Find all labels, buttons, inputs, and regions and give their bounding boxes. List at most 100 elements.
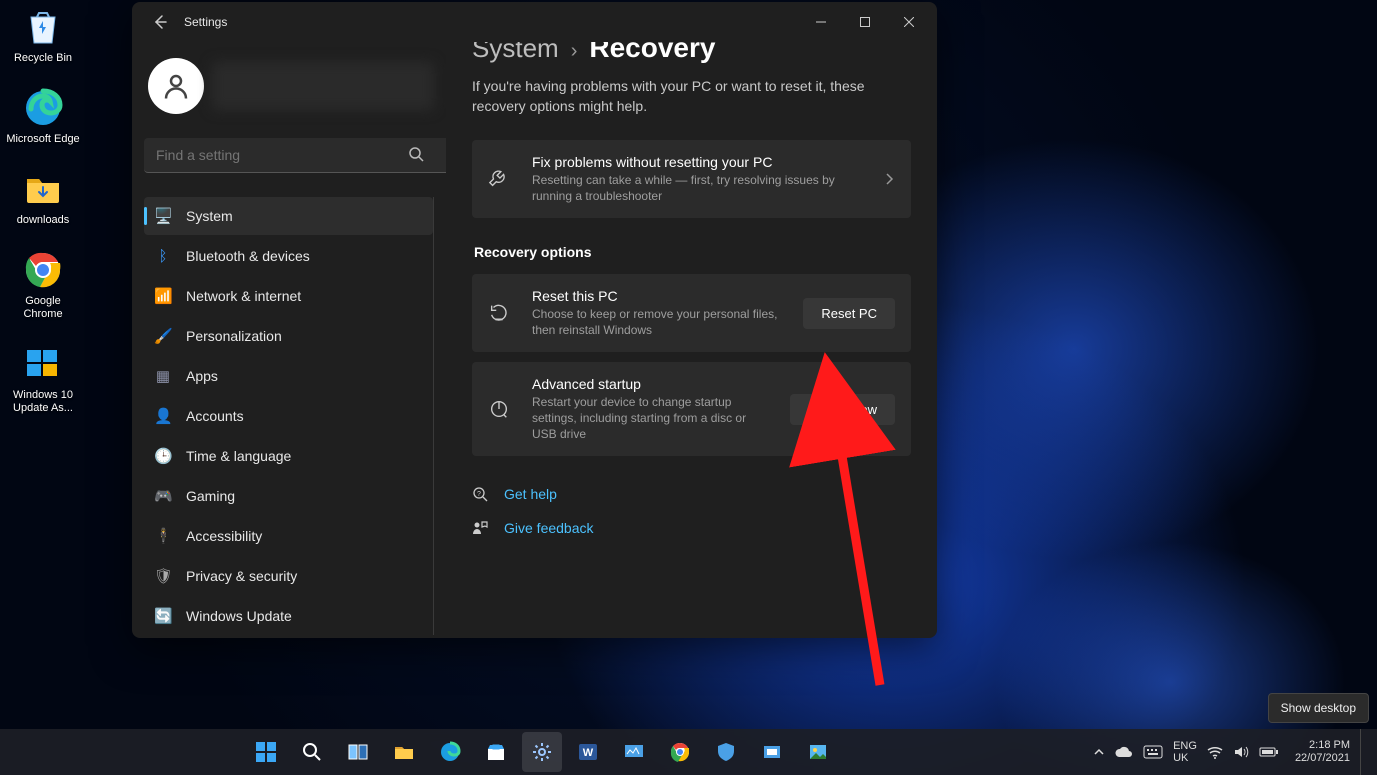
show-desktop-tooltip: Show desktop — [1268, 693, 1369, 723]
nav-icon: ▦ — [154, 367, 172, 385]
sidebar-item-label: Gaming — [186, 488, 235, 504]
sidebar-item-personalization[interactable]: 🖌️Personalization — [144, 317, 433, 355]
sidebar-item-label: Apps — [186, 368, 218, 384]
svg-text:W: W — [582, 747, 593, 759]
give-feedback-link[interactable]: Give feedback — [472, 520, 911, 536]
word-icon[interactable]: W — [568, 732, 608, 772]
taskbar-center: W — [0, 729, 1083, 775]
battery-icon[interactable] — [1259, 746, 1279, 758]
settings-sidebar: 🖥️SystemᛒBluetooth & devices📶Network & i… — [132, 42, 446, 638]
reset-pc-button[interactable]: Reset PC — [803, 298, 895, 329]
card-reset-pc: Reset this PC Choose to keep or remove y… — [472, 274, 911, 352]
chevron-right-icon — [883, 173, 895, 185]
system-tray: ENG UK 2:18 PM 22/07/2021 — [1083, 729, 1377, 775]
sidebar-item-network-internet[interactable]: 📶Network & internet — [144, 277, 433, 315]
chrome-taskbar-icon[interactable] — [660, 732, 700, 772]
link-label[interactable]: Give feedback — [504, 520, 594, 536]
snip-icon[interactable] — [752, 732, 792, 772]
task-view-icon[interactable] — [338, 732, 378, 772]
nav-icon: 🖥️ — [154, 207, 172, 225]
desktop-icon-w10-update[interactable]: Windows 10 Update As... — [6, 343, 80, 415]
desktop-icon-chrome[interactable]: Google Chrome — [6, 249, 80, 321]
close-button[interactable] — [887, 7, 931, 37]
sidebar-item-label: Network & internet — [186, 288, 301, 304]
search-icon — [408, 146, 424, 162]
restart-now-button[interactable]: Restart now — [790, 394, 895, 425]
store-icon[interactable] — [476, 732, 516, 772]
card-subtitle: Restart your device to change startup se… — [532, 394, 772, 442]
keyboard-icon[interactable] — [1143, 745, 1163, 759]
monitor-app-icon[interactable] — [614, 732, 654, 772]
desktop-icon-label: Google Chrome — [6, 295, 80, 321]
tray-chevron-up-icon[interactable] — [1093, 746, 1105, 758]
taskbar: W ENG UK 2:18 PM 22/07/2021 — [0, 729, 1377, 775]
sidebar-item-label: Accounts — [186, 408, 244, 424]
card-title: Fix problems without resetting your PC — [532, 154, 865, 170]
sidebar-item-bluetooth-devices[interactable]: ᛒBluetooth & devices — [144, 237, 433, 275]
account-profile[interactable] — [144, 50, 434, 128]
breadcrumb-parent[interactable]: System — [472, 42, 559, 64]
start-button[interactable] — [246, 732, 286, 772]
folder-icon — [22, 168, 64, 210]
nav-icon: 🕒 — [154, 447, 172, 465]
settings-taskbar-icon[interactable] — [522, 732, 562, 772]
chevron-right-icon: › — [571, 42, 578, 63]
card-title: Advanced startup — [532, 376, 772, 392]
back-button[interactable] — [146, 8, 174, 36]
desktop-icon-downloads[interactable]: downloads — [6, 168, 80, 227]
card-title: Reset this PC — [532, 288, 785, 304]
language-indicator[interactable]: ENG UK — [1173, 740, 1197, 764]
sidebar-item-accounts[interactable]: 👤 Accounts — [144, 397, 433, 435]
onedrive-icon[interactable] — [1115, 746, 1133, 758]
reset-icon — [488, 302, 514, 324]
window-title: Settings — [184, 15, 227, 29]
sidebar-item-time-language[interactable]: 🕒 Time & language — [144, 437, 433, 475]
desktop-icon-edge[interactable]: Microsoft Edge — [6, 87, 80, 146]
sidebar-item-windows-update[interactable]: 🔄Windows Update — [144, 597, 433, 635]
security-icon[interactable] — [706, 732, 746, 772]
sidebar-item-apps[interactable]: ▦ Apps — [144, 357, 433, 395]
file-explorer-icon[interactable] — [384, 732, 424, 772]
sidebar-item-label: Windows Update — [186, 608, 292, 624]
search-input[interactable] — [144, 138, 446, 173]
breadcrumb: System › Recovery — [472, 42, 911, 64]
desktop-icon-label: downloads — [17, 214, 70, 227]
settings-main: System › Recovery If you're having probl… — [446, 42, 937, 638]
feedback-icon — [472, 520, 490, 536]
nav-icon: 🖌️ — [154, 327, 172, 345]
clock[interactable]: 2:18 PM 22/07/2021 — [1295, 739, 1350, 765]
nav-icon: 🎮 — [154, 487, 172, 505]
nav-icon: 🕴 — [154, 527, 172, 545]
card-subtitle: Choose to keep or remove your personal f… — [532, 306, 785, 338]
sidebar-item-label: Time & language — [186, 448, 291, 464]
sidebar-item-accessibility[interactable]: 🕴 Accessibility — [144, 517, 433, 555]
sidebar-item-privacy-security[interactable]: 🛡Privacy & security — [144, 557, 433, 595]
get-help-link[interactable]: ? Get help — [472, 486, 911, 502]
wrench-icon — [488, 168, 514, 190]
sidebar-item-label: Accessibility — [186, 528, 262, 544]
maximize-button[interactable] — [843, 7, 887, 37]
taskbar-search-icon[interactable] — [292, 732, 332, 772]
page-description: If you're having problems with your PC o… — [472, 76, 911, 116]
minimize-button[interactable] — [799, 7, 843, 37]
windows-update-assistant-icon — [22, 343, 64, 385]
page-title: Recovery — [589, 42, 715, 64]
wifi-icon[interactable] — [1207, 745, 1223, 759]
link-label[interactable]: Get help — [504, 486, 557, 502]
show-desktop-button[interactable] — [1360, 729, 1367, 775]
section-heading: Recovery options — [474, 244, 911, 260]
window-titlebar[interactable]: Settings — [132, 2, 937, 42]
settings-search[interactable] — [144, 138, 434, 173]
sidebar-item-system[interactable]: 🖥️System — [144, 197, 433, 235]
photos-icon[interactable] — [798, 732, 838, 772]
nav-icon: 👤 — [154, 407, 172, 425]
desktop-icons: Recycle Bin Microsoft Edge downloads Goo… — [6, 6, 80, 415]
volume-icon[interactable] — [1233, 745, 1249, 759]
avatar — [148, 58, 204, 114]
sidebar-item-gaming[interactable]: 🎮 Gaming — [144, 477, 433, 515]
recycle-bin-icon — [22, 6, 64, 48]
card-fix-problems[interactable]: Fix problems without resetting your PC R… — [472, 140, 911, 218]
edge-taskbar-icon[interactable] — [430, 732, 470, 772]
desktop-icon-recycle-bin[interactable]: Recycle Bin — [6, 6, 80, 65]
nav-icon: ᛒ — [154, 248, 172, 265]
